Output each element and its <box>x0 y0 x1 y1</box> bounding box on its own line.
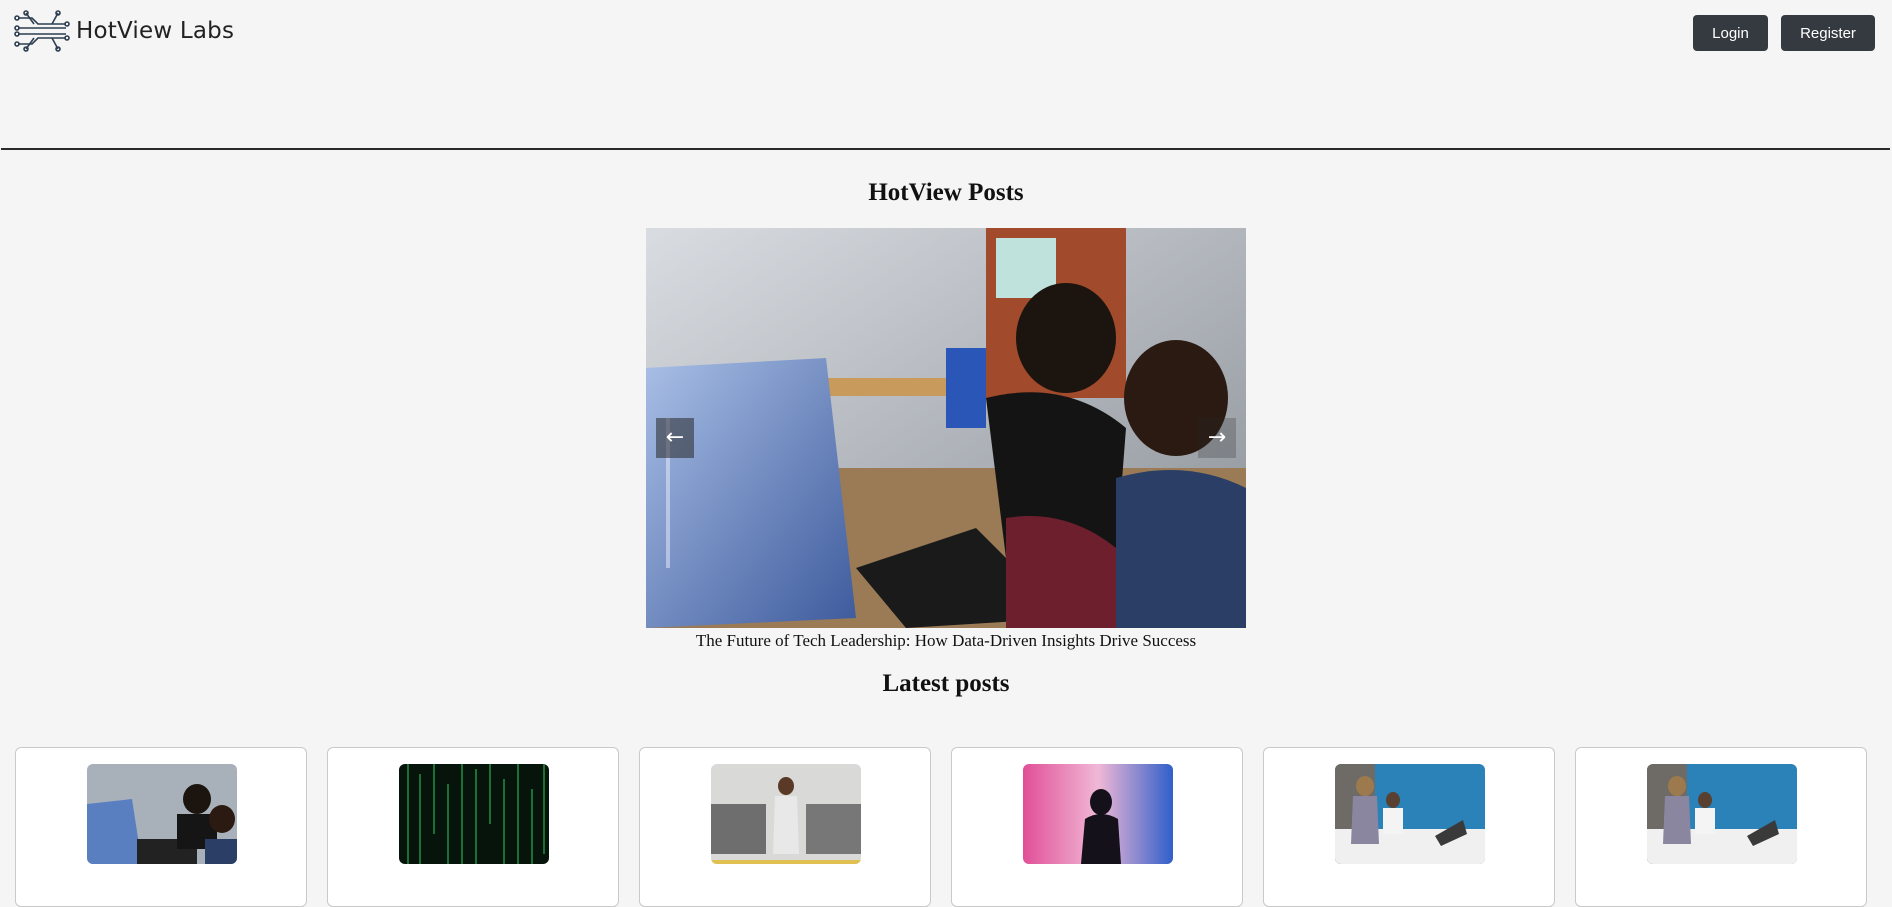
latest-heading: Latest posts <box>882 670 1010 697</box>
featured-caption[interactable]: The Future of Tech Leadership: How Data-… <box>0 631 1892 651</box>
site-header: HotView Labs Login Register <box>0 0 1892 150</box>
login-button[interactable]: Login <box>1693 15 1768 51</box>
carousel-next-button[interactable]: → <box>1198 418 1236 458</box>
latest-posts-list <box>15 747 1877 907</box>
lab-workers-photo[interactable] <box>1647 764 1797 864</box>
post-card[interactable] <box>1575 747 1867 907</box>
post-card[interactable] <box>951 747 1243 907</box>
register-button[interactable]: Register <box>1781 15 1875 51</box>
featured-carousel[interactable]: ← → <box>646 228 1246 628</box>
woman-in-lab-photo[interactable] <box>711 764 861 864</box>
featured-image[interactable] <box>646 228 1246 628</box>
header-divider <box>1 148 1890 150</box>
lab-workers-photo[interactable] <box>1335 764 1485 864</box>
post-card[interactable] <box>639 747 931 907</box>
team-at-laptop-photo[interactable] <box>87 764 237 864</box>
post-card[interactable] <box>15 747 307 907</box>
circuit-lines-icon <box>14 10 70 52</box>
carousel-prev-button[interactable]: ← <box>656 418 694 458</box>
post-card[interactable] <box>1263 747 1555 907</box>
brand[interactable]: HotView Labs <box>14 10 234 52</box>
post-card[interactable] <box>327 747 619 907</box>
featured-heading: HotView Posts <box>868 179 1024 206</box>
woman-silhouette-photo[interactable] <box>1023 764 1173 864</box>
brand-name: HotView Labs <box>76 18 235 44</box>
auth-buttons: Login Register <box>1693 15 1875 51</box>
green-code-rain-photo[interactable] <box>399 764 549 864</box>
